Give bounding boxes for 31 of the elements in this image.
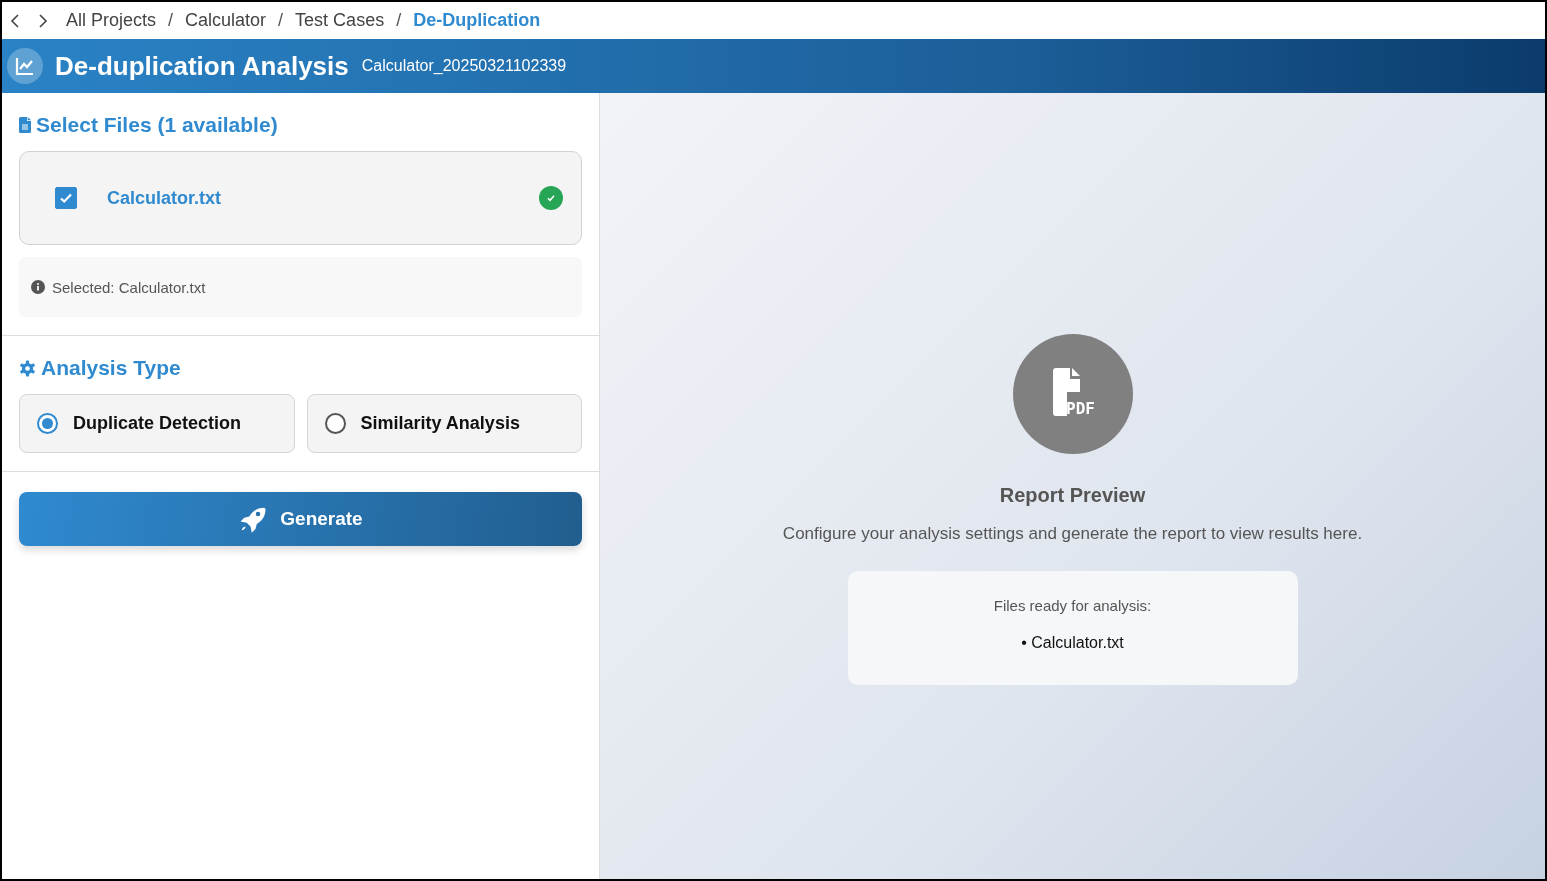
breadcrumb-link[interactable]: Calculator	[185, 10, 267, 31]
preview-title: Report Preview	[999, 484, 1146, 507]
breadcrumb-link[interactable]: De-Duplication	[413, 10, 541, 31]
file-name: Calculator.txt	[107, 187, 223, 209]
page-title: De-duplication Analysis	[55, 50, 349, 82]
file-icon	[19, 117, 31, 133]
gear-icon	[19, 359, 36, 377]
breadcrumb-separator: /	[168, 10, 174, 31]
back-icon[interactable]	[10, 13, 20, 28]
breadcrumb-separator: /	[396, 10, 402, 31]
preview-description: Configure your analysis settings and generate the report to view results here.	[782, 524, 1363, 544]
section-title: Analysis Type	[41, 356, 181, 380]
ready-files-title: Files ready for analysis:	[993, 597, 1152, 614]
option-label: Similarity Analysis	[360, 413, 520, 434]
breadcrumb-separator: /	[278, 10, 284, 31]
checkbox[interactable]	[55, 187, 77, 209]
analysis-option[interactable]: Similarity Analysis	[306, 394, 582, 453]
project-name: Calculator_20250321102339	[361, 57, 567, 75]
section-title: Select Files (1 available)	[36, 113, 278, 137]
generate-button[interactable]: Generate	[19, 492, 582, 546]
forward-icon[interactable]	[38, 13, 48, 28]
breadcrumb-link[interactable]: Test Cases	[295, 10, 385, 31]
radio-button[interactable]	[324, 413, 346, 434]
info-icon	[31, 280, 45, 294]
pdf-file-icon: PDF	[1012, 334, 1133, 454]
breadcrumb-link[interactable]: All Projects	[66, 10, 157, 31]
analysis-option[interactable]: Duplicate Detection	[19, 394, 295, 453]
radio-button[interactable]	[37, 413, 58, 434]
ready-file-name: • Calculator.txt	[1021, 634, 1124, 652]
option-label: Duplicate Detection	[73, 413, 242, 434]
selection-note: Selected: Calculator.txt	[52, 278, 206, 296]
